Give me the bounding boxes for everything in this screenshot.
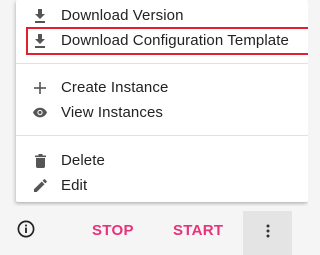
pencil-icon	[33, 179, 47, 193]
menu-divider	[16, 63, 308, 64]
menu-item-edit[interactable]: Edit	[16, 173, 308, 198]
action-bar: STOP START	[0, 206, 308, 255]
context-menu: Download Version Download Configuration …	[16, 0, 308, 202]
download-icon	[33, 33, 47, 48]
stop-button[interactable]: STOP	[92, 222, 134, 239]
menu-divider	[16, 135, 308, 136]
menu-item-view-instances[interactable]: View Instances	[16, 100, 308, 125]
menu-item-download-configuration-template[interactable]: Download Configuration Template	[16, 28, 308, 53]
trash-icon	[33, 153, 47, 168]
menu-item-download-version[interactable]: Download Version	[16, 3, 308, 28]
menu-item-label: Edit	[61, 177, 88, 194]
menu-item-delete[interactable]: Delete	[16, 148, 308, 173]
menu-item-label: View Instances	[61, 104, 164, 121]
menu-item-label: Create Instance	[61, 79, 169, 96]
more-options-button[interactable]	[243, 211, 292, 255]
menu-item-label: Delete	[61, 152, 105, 169]
download-icon	[33, 8, 47, 23]
eye-icon	[33, 106, 47, 120]
menu-item-label: Download Version	[61, 7, 184, 24]
menu-item-label: Download Configuration Template	[61, 32, 289, 49]
menu-item-create-instance[interactable]: Create Instance	[16, 75, 308, 100]
stage: Download Version Download Configuration …	[0, 0, 308, 255]
start-button[interactable]: START	[173, 222, 223, 239]
more-vertical-icon	[266, 224, 270, 243]
info-icon[interactable]	[17, 220, 35, 238]
plus-icon	[33, 81, 47, 95]
